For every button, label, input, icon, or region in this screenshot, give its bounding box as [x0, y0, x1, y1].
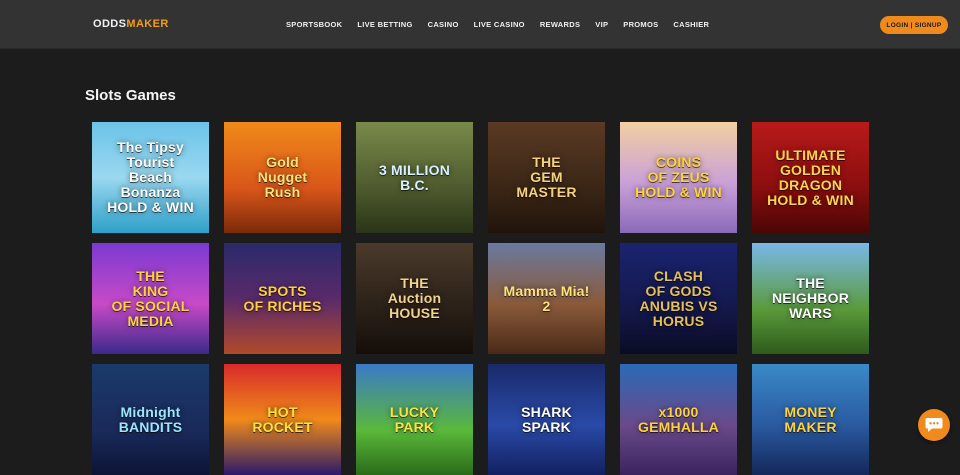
logo-text-odds: ODDS: [93, 18, 127, 30]
game-title: THE Auction HOUSE: [387, 275, 442, 321]
game-tile[interactable]: COINS OF ZEUS HOLD & WIN: [620, 122, 737, 233]
game-title: HOT ROCKET: [252, 403, 313, 435]
top-navigation-bar: ODDS MAKER SPORTSBOOK LIVE BETTING CASINO…: [0, 0, 960, 48]
game-tile[interactable]: Mamma Mia! 2: [488, 243, 605, 354]
nav-promos[interactable]: PROMOS: [623, 19, 658, 31]
game-tile[interactable]: The Tipsy Tourist Beach Bonanza HOLD & W…: [92, 122, 209, 233]
game-title: COINS OF ZEUS HOLD & WIN: [635, 154, 722, 200]
game-title: SHARK SPARK: [521, 403, 572, 435]
game-title: LUCKY PARK: [389, 403, 440, 435]
login-signup-button[interactable]: LOGIN | SIGNUP: [880, 16, 948, 34]
game-title: SPOTS OF RICHES: [243, 282, 322, 314]
game-title: THE NEIGHBOR WARS: [771, 275, 850, 321]
nav-cashier[interactable]: CASHIER: [673, 19, 709, 31]
game-title: CLASH OF GODS ANUBIS VS HORUS: [639, 267, 718, 329]
game-title: MONEY MAKER: [784, 403, 837, 435]
game-title: ULTIMATE GOLDEN DRAGON HOLD & WIN: [767, 146, 854, 208]
game-tile[interactable]: THE KING OF SOCIAL MEDIA: [92, 243, 209, 354]
game-tile[interactable]: Midnight BANDITS: [92, 364, 209, 475]
game-tile[interactable]: THE GEM MASTER: [488, 122, 605, 233]
game-title: The Tipsy Tourist Beach Bonanza HOLD & W…: [107, 139, 194, 215]
game-title: Midnight BANDITS: [118, 403, 183, 435]
logo-text-maker: MAKER: [126, 18, 169, 30]
game-tile[interactable]: 3 MILLION B.C.: [356, 122, 473, 233]
nav-live-betting[interactable]: LIVE BETTING: [357, 19, 412, 31]
nav-vip[interactable]: VIP: [595, 19, 608, 31]
nav-live-casino[interactable]: LIVE CASINO: [474, 19, 525, 31]
slots-games-grid: The Tipsy Tourist Beach Bonanza HOLD & W…: [92, 122, 870, 475]
game-tile[interactable]: HOT ROCKET: [224, 364, 341, 475]
game-title: Gold Nugget Rush: [257, 154, 308, 200]
game-tile[interactable]: SPOTS OF RICHES: [224, 243, 341, 354]
game-title: Mamma Mia! 2: [503, 282, 590, 314]
game-tile[interactable]: CLASH OF GODS ANUBIS VS HORUS: [620, 243, 737, 354]
game-title: x1000 GEMHALLA: [638, 403, 719, 435]
game-tile[interactable]: THE Auction HOUSE: [356, 243, 473, 354]
section-title: Slots Games: [85, 87, 176, 104]
game-title: 3 MILLION B.C.: [378, 161, 451, 193]
game-tile[interactable]: SHARK SPARK: [488, 364, 605, 475]
main-nav: SPORTSBOOK LIVE BETTING CASINO LIVE CASI…: [286, 19, 724, 31]
chat-bubble-icon: [925, 418, 943, 432]
nav-casino[interactable]: CASINO: [428, 19, 459, 31]
game-tile[interactable]: MONEY MAKER: [752, 364, 869, 475]
nav-rewards[interactable]: REWARDS: [540, 19, 580, 31]
game-tile[interactable]: x1000 GEMHALLA: [620, 364, 737, 475]
live-chat-button[interactable]: [918, 409, 950, 441]
game-title: THE GEM MASTER: [516, 154, 577, 200]
oddsmaker-logo[interactable]: ODDS MAKER: [93, 17, 169, 31]
nav-sportsbook[interactable]: SPORTSBOOK: [286, 19, 342, 31]
game-tile[interactable]: ULTIMATE GOLDEN DRAGON HOLD & WIN: [752, 122, 869, 233]
game-tile[interactable]: THE NEIGHBOR WARS: [752, 243, 869, 354]
game-tile[interactable]: Gold Nugget Rush: [224, 122, 341, 233]
game-title: THE KING OF SOCIAL MEDIA: [111, 267, 190, 329]
game-tile[interactable]: LUCKY PARK: [356, 364, 473, 475]
